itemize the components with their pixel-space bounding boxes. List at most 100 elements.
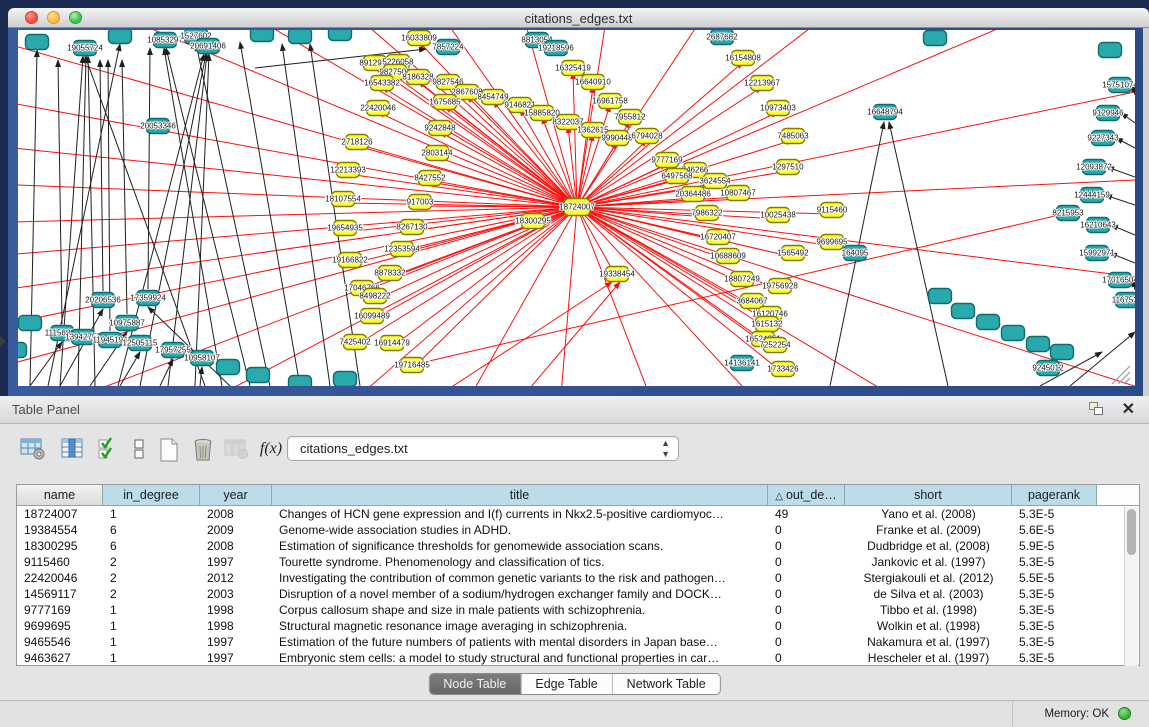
show-columns-icon[interactable]	[56, 434, 90, 468]
graph-node[interactable]	[1099, 43, 1122, 58]
graph-node[interactable]: 17016504	[1102, 273, 1135, 288]
resize-grip-icon[interactable]	[1118, 372, 1130, 384]
graph-node[interactable]	[929, 289, 952, 304]
table-row[interactable]: 1830029562008Estimation of significance …	[17, 538, 1125, 554]
graph-node[interactable]	[1051, 345, 1074, 360]
delete-column-icon[interactable]	[186, 434, 220, 468]
graph-node[interactable]: 18107554	[325, 192, 361, 207]
table-row[interactable]: 1938455462009Genome-wide association stu…	[17, 522, 1125, 538]
table-row[interactable]: 911546021997Tourette syndrome. Phenomeno…	[17, 554, 1125, 570]
tab-edge-table[interactable]: Edge Table	[521, 674, 612, 694]
red-edge[interactable]	[450, 282, 612, 386]
graph-node[interactable]: 1675685	[429, 95, 461, 110]
column-header-title[interactable]: title	[272, 485, 768, 506]
graph-node[interactable]: 2718126	[341, 135, 373, 150]
tab-network-table[interactable]: Network Table	[613, 674, 720, 694]
graph-node[interactable]: 10688609	[710, 249, 746, 264]
graph-node[interactable]	[924, 31, 947, 46]
network-window-titlebar[interactable]: citations_edges.txt	[8, 8, 1149, 28]
column-header-name[interactable]: name	[17, 485, 103, 506]
memory-status-indicator[interactable]	[1118, 707, 1131, 720]
graph-node[interactable]: 9115460	[817, 203, 848, 218]
column-header-pagerank[interactable]: pagerank	[1012, 485, 1097, 506]
table-selector-dropdown[interactable]: citations_edges.txt▲▼	[287, 436, 679, 461]
tab-node-table[interactable]: Node Table	[429, 674, 521, 694]
graph-node[interactable]: 20691406	[190, 39, 226, 54]
graph-node[interactable]: 19218596	[538, 41, 574, 56]
red-edge[interactable]	[130, 30, 577, 207]
graph-node[interactable]: 10853297	[147, 33, 183, 48]
graph-node[interactable]: 9777169	[651, 153, 683, 168]
graph-node[interactable]: 1615132	[751, 317, 783, 332]
graph-node[interactable]: 12213967	[744, 76, 780, 91]
graph-node[interactable]: 20053346	[140, 119, 176, 134]
graph-node[interactable]: 12213393	[330, 163, 366, 178]
graph-node[interactable]: 19055724	[67, 41, 103, 56]
float-panel-icon[interactable]	[1089, 402, 1105, 417]
table-row[interactable]: 1456911722003Disruption of a novel membe…	[17, 586, 1125, 602]
graph-node[interactable]: 1297510	[772, 160, 804, 175]
graph-node[interactable]: 6794028	[631, 129, 663, 144]
graph-node[interactable]: 16640910	[575, 75, 611, 90]
graph-node[interactable]	[18, 343, 27, 358]
table-row[interactable]: 946362711997Embryonic stem cells: a mode…	[17, 650, 1125, 666]
graph-node[interactable]	[1027, 337, 1050, 352]
graph-node[interactable]: 9242848	[424, 121, 456, 136]
table-row[interactable]: 969969511998Structural magnetic resonanc…	[17, 618, 1125, 634]
graph-node[interactable]	[217, 360, 240, 375]
graph-node[interactable]: 7425402	[339, 335, 371, 350]
graph-node[interactable]: 1167533	[1112, 293, 1135, 308]
graph-node[interactable]	[329, 30, 352, 41]
graph-node[interactable]: 1733426	[767, 362, 799, 377]
black-edge[interactable]	[195, 54, 209, 386]
graph-node[interactable]: 10958107	[184, 351, 220, 366]
panel-collapse-arrow-icon[interactable]	[0, 336, 6, 346]
graph-node[interactable]: 16325419	[555, 61, 591, 76]
table-row[interactable]: 2242004622012Investigating the contribut…	[17, 570, 1125, 586]
graph-node[interactable]: 19756928	[762, 279, 798, 294]
graph-node[interactable]	[952, 304, 975, 319]
graph-node[interactable]: 2803144	[421, 146, 453, 161]
table-options-icon[interactable]	[16, 434, 50, 468]
graph-node[interactable]: 19716485	[394, 358, 430, 373]
graph-node[interactable]: 19166822	[332, 253, 368, 268]
black-edge[interactable]	[122, 60, 127, 314]
black-edge[interactable]	[889, 122, 948, 386]
graph-node[interactable]: 2687682	[706, 30, 738, 45]
red-edge[interactable]	[530, 282, 620, 386]
graph-node[interactable]: 9699695	[816, 235, 848, 250]
graph-node[interactable]: 8215953	[1052, 206, 1084, 221]
function-builder-icon[interactable]: f(x)	[254, 434, 288, 468]
graph-node[interactable]: 8186328	[402, 70, 434, 85]
graph-node[interactable]: 7252254	[759, 338, 791, 353]
column-header-out_de[interactable]: △out_de…	[768, 485, 845, 506]
select-mode-icon[interactable]	[92, 434, 126, 468]
graph-node[interactable]	[109, 30, 132, 44]
new-column-icon[interactable]	[152, 434, 186, 468]
graph-node[interactable]: 7485063	[777, 129, 809, 144]
graph-node[interactable]: 10025438	[760, 208, 796, 223]
black-edge[interactable]	[60, 309, 103, 386]
graph-node[interactable]: 18807249	[724, 272, 760, 287]
graph-node[interactable]: 8427552	[414, 171, 446, 186]
resize-grip-icon[interactable]	[1124, 378, 1130, 384]
column-header-short[interactable]: short	[845, 485, 1012, 506]
black-edge[interactable]	[100, 60, 103, 291]
black-edge[interactable]	[1070, 332, 1135, 386]
black-edge[interactable]	[1116, 138, 1135, 148]
graph-node[interactable]: 1565492	[777, 246, 809, 261]
black-edge[interactable]	[58, 60, 62, 324]
graph-node[interactable]: 10973403	[760, 101, 796, 116]
graph-node[interactable]: 7857224	[432, 40, 464, 55]
graph-node[interactable]: 8267130	[396, 220, 428, 235]
graph-node[interactable]	[19, 316, 42, 331]
graph-node[interactable]: 16543382	[364, 76, 400, 91]
graph-node[interactable]: 15751074	[1102, 78, 1135, 93]
table-row[interactable]: 977716911998Corpus callosum shape and si…	[17, 602, 1125, 618]
graph-node[interactable]: 6497568	[661, 169, 693, 184]
graph-node[interactable]	[289, 376, 312, 387]
table-row[interactable]: 1872400712008Changes of HCN gene express…	[17, 506, 1125, 522]
vertical-scrollbar[interactable]	[1124, 507, 1138, 666]
network-canvas[interactable]: 1905572410853297152760220691406785722488…	[18, 30, 1135, 386]
scrollbar-thumb[interactable]	[1127, 509, 1136, 555]
